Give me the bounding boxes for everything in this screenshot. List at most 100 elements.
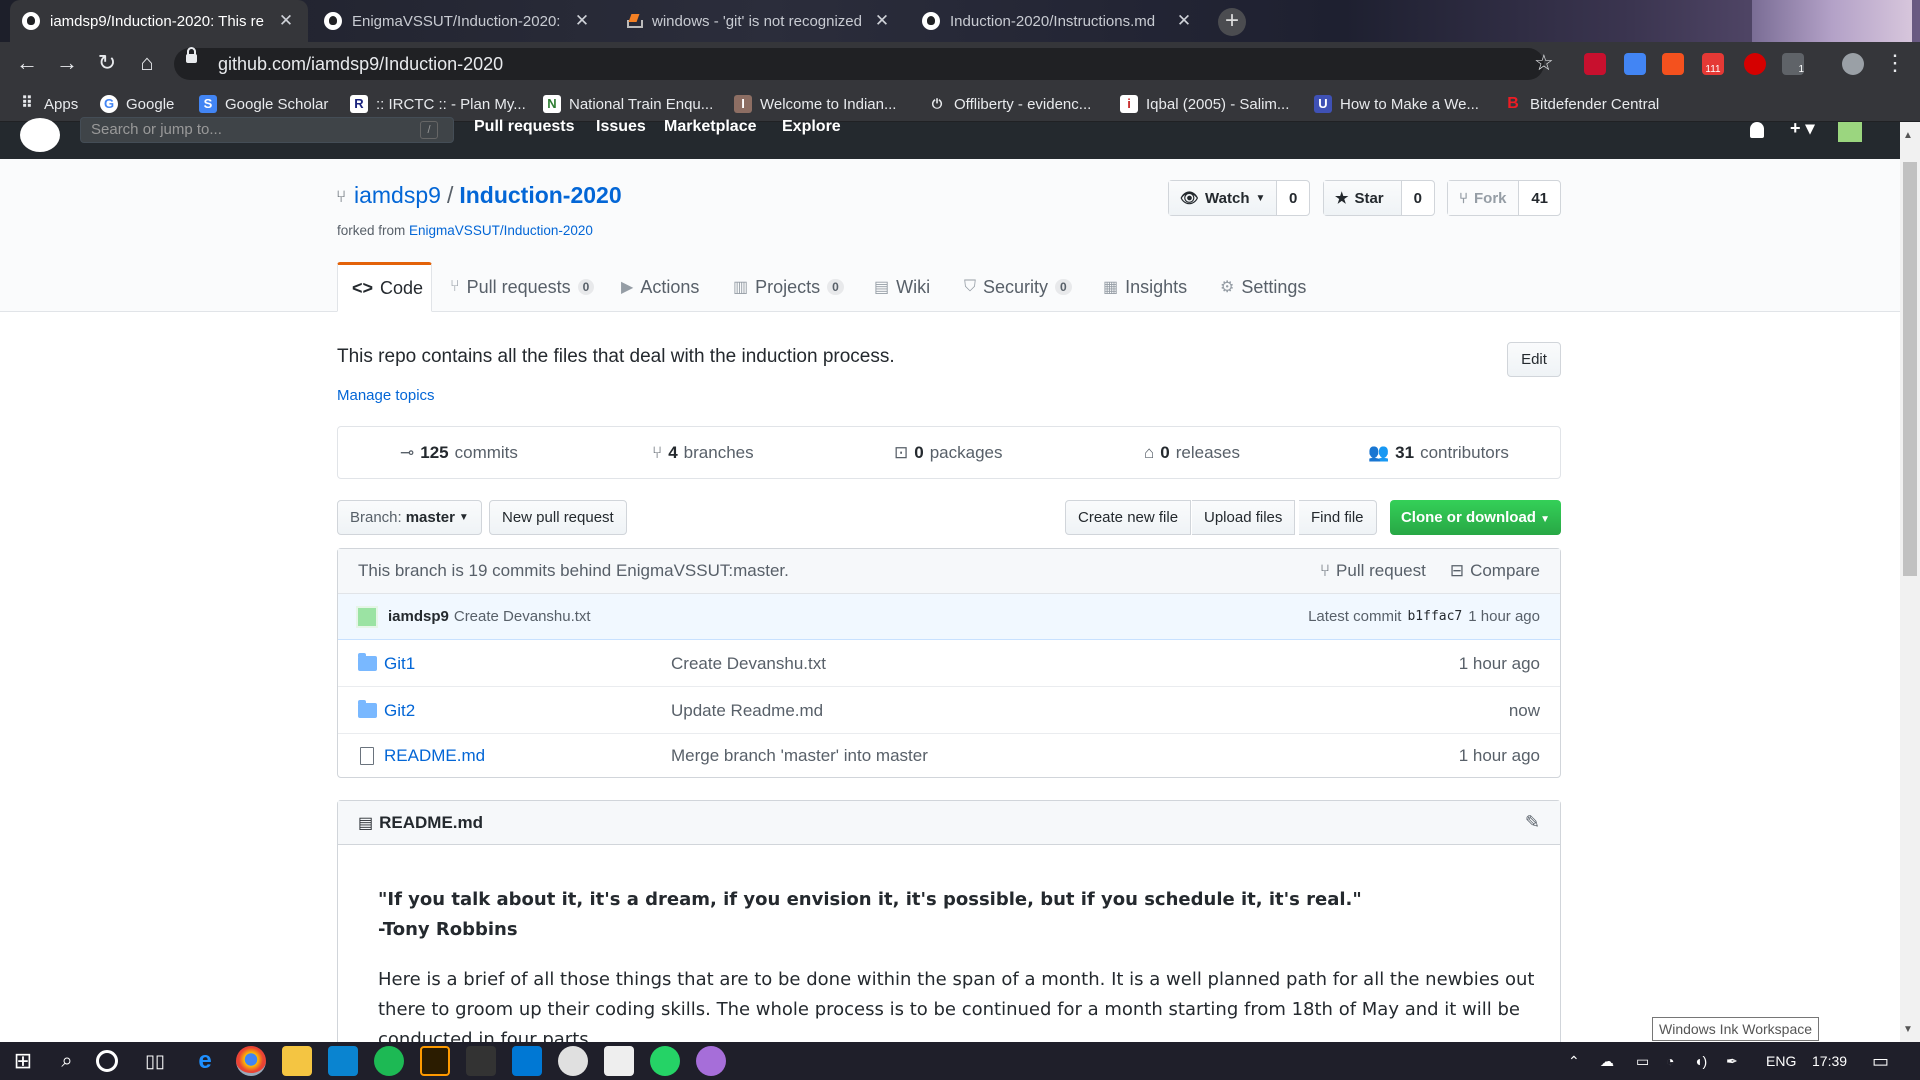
manage-topics-link[interactable]: Manage topics xyxy=(337,387,435,404)
fork-count[interactable]: 41 xyxy=(1519,181,1560,215)
illustrator-icon[interactable] xyxy=(420,1046,450,1076)
whatsapp-icon[interactable] xyxy=(650,1046,680,1076)
nav-marketplace[interactable]: Marketplace xyxy=(664,118,757,136)
clone-or-download-button[interactable]: Clone or download ▼ xyxy=(1390,500,1561,535)
adblock-extension-icon[interactable] xyxy=(1744,53,1766,75)
create-new-plus-icon[interactable]: + ▾ xyxy=(1790,118,1815,139)
commit-author[interactable]: iamdsp9 xyxy=(388,608,449,625)
back-arrow-icon[interactable]: ← xyxy=(10,46,44,80)
file-commit-message[interactable]: Merge branch 'master' into master xyxy=(671,746,928,766)
star-count[interactable]: 0 xyxy=(1402,181,1434,215)
commit-message[interactable]: Create Devanshu.txt xyxy=(454,608,1308,625)
bookmark-apps[interactable]: ⠿ Apps xyxy=(18,86,78,122)
windows-ink-icon[interactable]: ✒ xyxy=(1726,1042,1738,1080)
tab-settings[interactable]: ⚙ Settings xyxy=(1206,262,1320,312)
clock-time[interactable]: 17:39 xyxy=(1812,1042,1847,1080)
bookmark-indian-rail[interactable]: I Welcome to Indian... xyxy=(734,86,896,122)
nav-pull-requests[interactable]: Pull requests xyxy=(474,118,574,136)
tab-security[interactable]: ⛉ Security 0 xyxy=(950,262,1086,312)
close-tab-icon[interactable]: ✕ xyxy=(278,11,294,31)
bell-icon[interactable] xyxy=(1750,122,1764,138)
menu-kebab-icon[interactable]: ⋮ xyxy=(1884,50,1906,76)
avatar[interactable] xyxy=(1838,122,1862,142)
input-language[interactable]: ENG xyxy=(1766,1042,1796,1080)
task-view-icon[interactable]: ▯▯ xyxy=(140,1046,170,1076)
windows-start-icon[interactable]: ⊞ xyxy=(8,1046,38,1076)
app-n-icon[interactable] xyxy=(466,1046,496,1076)
file-name-link[interactable]: README.md xyxy=(384,746,485,766)
new-pull-request-button[interactable]: New pull request xyxy=(489,500,627,535)
branch-select-menu[interactable]: Branch: master ▼ xyxy=(337,500,482,535)
edit-description-button[interactable]: Edit xyxy=(1507,342,1561,377)
search-icon[interactable]: ⌕ xyxy=(52,1046,82,1076)
tab-insights[interactable]: ▦ Insights xyxy=(1089,262,1201,312)
close-tab-icon[interactable]: ✕ xyxy=(874,11,890,31)
pencil-icon[interactable]: ✎ xyxy=(1525,812,1540,833)
spotify-icon[interactable] xyxy=(374,1046,404,1076)
tab-code[interactable]: <> Code xyxy=(337,262,432,312)
compare-link[interactable]: Compare xyxy=(1470,561,1540,581)
bookmark-iqbal[interactable]: i Iqbal (2005) - Salim... xyxy=(1120,86,1289,122)
watch-count[interactable]: 0 xyxy=(1277,181,1309,215)
tray-chevron-up-icon[interactable]: ⌃ xyxy=(1568,1042,1580,1080)
file-commit-message[interactable]: Create Devanshu.txt xyxy=(671,654,826,674)
tab-actions[interactable]: ▶ Actions xyxy=(607,262,713,312)
extension-badge-icon[interactable]: 111 xyxy=(1702,53,1724,75)
find-file-button[interactable]: Find file xyxy=(1299,500,1377,535)
action-center-icon[interactable]: ▭ xyxy=(1872,1042,1889,1080)
forked-from-link[interactable]: EnigmaVSSUT/Induction-2020 xyxy=(409,223,593,238)
battery-icon[interactable]: ▭ xyxy=(1636,1042,1649,1080)
bookmark-star-icon[interactable]: ☆ xyxy=(1534,50,1554,76)
edge-icon[interactable]: e xyxy=(190,1046,220,1076)
pull-request-link[interactable]: Pull request xyxy=(1336,561,1426,581)
tab-projects[interactable]: ▥ Projects 0 xyxy=(719,262,858,312)
bookmark-offliberty[interactable]: ⏻ Offliberty - evidenc... xyxy=(928,86,1091,122)
upload-files-button[interactable]: Upload files xyxy=(1192,500,1296,535)
file-explorer-icon[interactable] xyxy=(282,1046,312,1076)
search-input[interactable]: Search or jump to... xyxy=(80,117,454,143)
shield-extension-icon[interactable]: 1 xyxy=(1782,53,1804,75)
browser-tab[interactable]: Induction-2020/Instructions.md ✕ xyxy=(910,0,1206,42)
github-desktop-icon[interactable] xyxy=(696,1046,726,1076)
close-tab-icon[interactable]: ✕ xyxy=(1176,11,1192,31)
bookmark-how-to-make[interactable]: U How to Make a We... xyxy=(1314,86,1479,122)
terminal-icon[interactable] xyxy=(604,1046,634,1076)
address-bar[interactable]: github.com/iamdsp9/Induction-2020 xyxy=(174,48,1544,80)
scroll-down-arrow-icon[interactable]: ▼ xyxy=(1903,1024,1913,1035)
translate-extension-icon[interactable] xyxy=(1624,53,1646,75)
cloud-icon[interactable]: ☁ xyxy=(1600,1042,1614,1080)
file-row[interactable]: README.md Merge branch 'master' into mas… xyxy=(338,733,1560,779)
browser-tab[interactable]: windows - 'git' is not recognized ✕ xyxy=(612,0,904,42)
slack-icon[interactable] xyxy=(558,1046,588,1076)
summary-packages[interactable]: ⊡ 0 packages xyxy=(894,443,1003,463)
commit-sha[interactable]: b1ffac7 xyxy=(1407,609,1462,624)
wifi-icon[interactable]: ◔ xyxy=(1666,1042,1674,1080)
cortana-icon[interactable] xyxy=(96,1050,118,1072)
summary-commits[interactable]: ⊸ 125 commits xyxy=(400,443,518,463)
summary-releases[interactable]: ⌂ 0 releases xyxy=(1144,443,1240,463)
close-tab-icon[interactable]: ✕ xyxy=(574,11,590,31)
file-commit-message[interactable]: Update Readme.md xyxy=(671,701,823,721)
browser-tab-active[interactable]: iamdsp9/Induction-2020: This re ✕ xyxy=(10,0,308,42)
bookmark-bitdefender[interactable]: B Bitdefender Central xyxy=(1504,86,1659,122)
scrollbar-thumb[interactable] xyxy=(1903,162,1917,576)
nav-issues[interactable]: Issues xyxy=(596,118,646,136)
tab-wiki[interactable]: ▤ Wiki xyxy=(860,262,944,312)
file-row[interactable]: Git2 Update Readme.md now xyxy=(338,688,1560,734)
forward-arrow-icon[interactable]: → xyxy=(50,46,84,80)
star-button[interactable]: ★ Star xyxy=(1324,181,1402,215)
scroll-up-arrow-icon[interactable]: ▲ xyxy=(1903,130,1913,141)
office-extension-icon[interactable] xyxy=(1662,53,1684,75)
new-tab-button[interactable]: + xyxy=(1218,8,1246,36)
reload-icon[interactable]: ↻ xyxy=(90,46,124,80)
summary-branches[interactable]: ⑂ 4 branches xyxy=(652,443,754,463)
home-icon[interactable]: ⌂ xyxy=(130,46,164,80)
watch-button[interactable]: 👁 Watch ▼ xyxy=(1169,181,1277,215)
vscode-icon[interactable] xyxy=(512,1046,542,1076)
avatar[interactable] xyxy=(356,605,378,628)
repo-owner-link[interactable]: iamdsp9 xyxy=(354,182,441,209)
create-new-file-button[interactable]: Create new file xyxy=(1065,500,1192,535)
summary-contributors[interactable]: 👥 31 contributors xyxy=(1368,443,1509,463)
github-logo-icon[interactable] xyxy=(20,118,60,152)
tab-pull-requests[interactable]: ⑂ Pull requests 0 xyxy=(436,262,608,312)
